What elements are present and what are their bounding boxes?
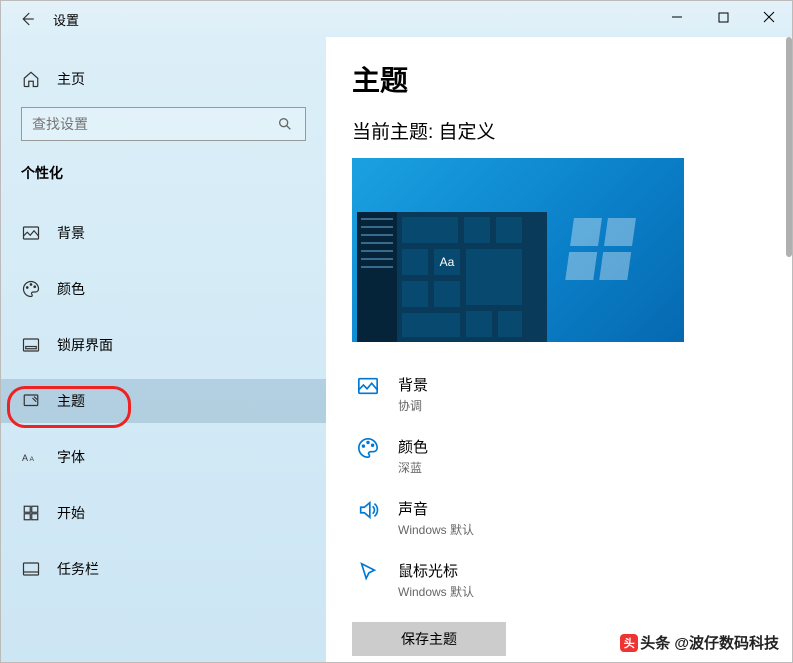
setting-sound[interactable]: 声音 Windows 默认 xyxy=(352,490,766,552)
sidebar-item-start[interactable]: 开始 xyxy=(1,491,326,535)
taskbar-icon xyxy=(21,559,41,579)
save-theme-button[interactable]: 保存主题 xyxy=(352,622,506,656)
sidebar-item-lockscreen[interactable]: 锁屏界面 xyxy=(1,323,326,367)
start-icon xyxy=(21,503,41,523)
current-theme-subtitle: 当前主题: 自定义 xyxy=(352,117,766,144)
home-label: 主页 xyxy=(57,69,85,89)
setting-background[interactable]: 背景 协调 xyxy=(352,366,766,428)
home-icon xyxy=(21,69,41,89)
setting-cursor[interactable]: 鼠标光标 Windows 默认 xyxy=(352,552,766,614)
sidebar-item-label: 颜色 xyxy=(57,279,85,299)
search-field[interactable] xyxy=(32,116,275,132)
lockscreen-icon xyxy=(21,335,41,355)
page-title: 主题 xyxy=(352,59,766,99)
back-button[interactable] xyxy=(13,5,41,33)
sidebar-item-fonts[interactable]: AA 字体 xyxy=(1,435,326,479)
content-area: 主题 当前主题: 自定义 Aa xyxy=(326,37,792,662)
picture-icon xyxy=(356,374,380,398)
cursor-icon xyxy=(356,560,380,584)
search-icon xyxy=(275,114,295,134)
minimize-button[interactable] xyxy=(654,1,700,33)
sidebar-item-colors[interactable]: 颜色 xyxy=(1,267,326,311)
setting-value: 深蓝 xyxy=(398,459,428,476)
setting-value: 协调 xyxy=(398,397,428,414)
preview-start-menu: Aa xyxy=(357,212,547,342)
sidebar-item-label: 开始 xyxy=(57,503,85,523)
sound-icon xyxy=(356,498,380,522)
sidebar-item-label: 主题 xyxy=(57,391,85,411)
minimize-icon xyxy=(671,11,683,23)
maximize-icon xyxy=(718,12,729,23)
setting-value: Windows 默认 xyxy=(398,583,474,600)
settings-window: 设置 主页 xyxy=(0,0,793,663)
setting-label: 鼠标光标 xyxy=(398,560,474,581)
search-input[interactable] xyxy=(21,107,306,141)
scrollbar[interactable] xyxy=(786,37,792,257)
setting-label: 颜色 xyxy=(398,436,428,457)
windows-logo-icon xyxy=(572,218,636,282)
palette-icon xyxy=(21,279,41,299)
sidebar-item-taskbar[interactable]: 任务栏 xyxy=(1,547,326,591)
close-button[interactable] xyxy=(746,1,792,33)
sidebar-item-label: 任务栏 xyxy=(57,559,99,579)
sidebar-item-label: 字体 xyxy=(57,447,85,467)
sidebar: 主页 个性化 背景 xyxy=(1,37,326,662)
sidebar-item-label: 背景 xyxy=(57,223,85,243)
sidebar-item-background[interactable]: 背景 xyxy=(1,211,326,255)
back-arrow-icon xyxy=(18,10,36,28)
setting-label: 声音 xyxy=(398,498,474,519)
svg-text:A: A xyxy=(22,453,28,463)
preview-aa-text: Aa xyxy=(440,255,455,269)
sidebar-item-themes[interactable]: 主题 xyxy=(1,379,326,423)
theme-preview[interactable]: Aa xyxy=(352,158,684,342)
picture-icon xyxy=(21,223,41,243)
theme-icon xyxy=(21,391,41,411)
watermark-logo-icon: 头 xyxy=(620,634,638,652)
font-icon: AA xyxy=(21,447,41,467)
watermark-text: 头条 @波仔数码科技 xyxy=(640,632,779,653)
titlebar: 设置 xyxy=(1,1,792,37)
home-link[interactable]: 主页 xyxy=(1,61,326,97)
svg-text:A: A xyxy=(30,456,35,463)
setting-color[interactable]: 颜色 深蓝 xyxy=(352,428,766,490)
window-title: 设置 xyxy=(53,10,79,29)
close-icon xyxy=(763,11,775,23)
sidebar-item-label: 锁屏界面 xyxy=(57,335,113,355)
palette-icon xyxy=(356,436,380,460)
setting-label: 背景 xyxy=(398,374,428,395)
category-title: 个性化 xyxy=(1,163,326,183)
maximize-button[interactable] xyxy=(700,1,746,33)
watermark: 头 头条 @波仔数码科技 xyxy=(620,632,779,653)
setting-value: Windows 默认 xyxy=(398,521,474,538)
